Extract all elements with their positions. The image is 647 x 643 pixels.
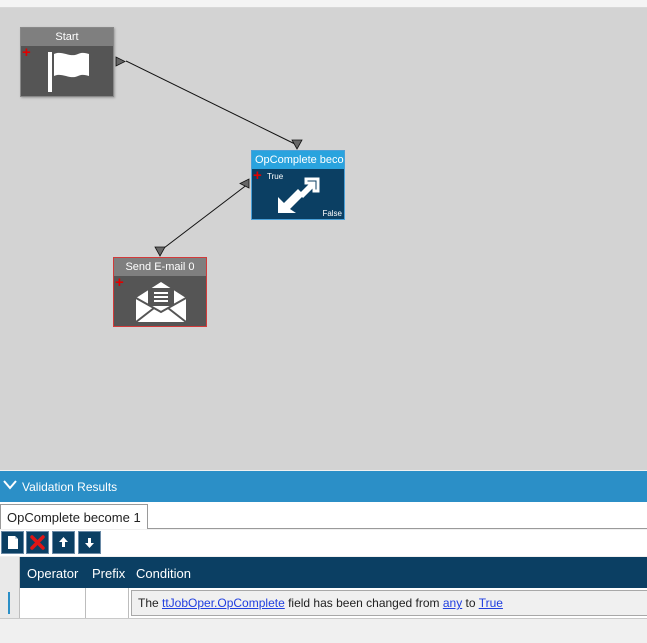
new-condition-button[interactable] bbox=[1, 531, 24, 554]
arrows-diagonal-icon bbox=[272, 173, 324, 219]
send-email-node-title: Send E-mail 0 bbox=[114, 258, 206, 276]
condition-text-1: The bbox=[138, 596, 163, 610]
decision-input-arrow[interactable] bbox=[291, 139, 303, 150]
prefix-cell[interactable] bbox=[86, 588, 129, 618]
tab-opcomplete-become-1[interactable]: OpComplete become 1 bbox=[0, 504, 148, 529]
connector-decision-to-email bbox=[159, 183, 249, 252]
arrow-up-icon bbox=[59, 537, 68, 547]
validation-results-header[interactable]: Validation Results bbox=[0, 471, 647, 502]
conditions-grid: Operator Prefix Condition The ttJobOper.… bbox=[0, 557, 647, 619]
delete-condition-button[interactable] bbox=[26, 531, 49, 554]
new-document-icon bbox=[8, 536, 18, 549]
move-down-button[interactable] bbox=[78, 531, 101, 554]
condition-cell[interactable]: The ttJobOper.OpComplete field has been … bbox=[131, 590, 647, 616]
field-link[interactable]: ttJobOper.OpComplete bbox=[162, 596, 285, 610]
move-up-button[interactable] bbox=[52, 531, 75, 554]
top-strip bbox=[0, 0, 647, 8]
column-header-prefix[interactable]: Prefix bbox=[92, 566, 125, 581]
add-icon[interactable]: + bbox=[22, 45, 31, 60]
row-header[interactable] bbox=[0, 588, 20, 618]
column-header-condition[interactable]: Condition bbox=[136, 566, 191, 581]
delete-x-icon bbox=[30, 535, 45, 550]
workflow-canvas[interactable]: Start + OpComplete becor + True False Se… bbox=[0, 8, 647, 470]
tab-strip: OpComplete become 1 bbox=[0, 502, 647, 529]
column-header-operator[interactable]: Operator bbox=[27, 566, 78, 581]
row-selection-marker bbox=[8, 592, 10, 614]
send-email-node[interactable]: Send E-mail 0 + bbox=[113, 257, 207, 327]
validation-toolbar bbox=[0, 530, 647, 556]
start-output-arrow[interactable] bbox=[115, 56, 126, 67]
chevron-down-icon[interactable] bbox=[2, 478, 18, 495]
arrow-down-icon bbox=[85, 538, 94, 548]
start-node-title: Start bbox=[21, 28, 113, 46]
decision-node-title: OpComplete becor bbox=[252, 151, 344, 169]
email-input-arrow[interactable] bbox=[154, 246, 166, 257]
from-value-link[interactable]: any bbox=[443, 596, 462, 610]
decision-node[interactable]: OpComplete becor + True False bbox=[251, 150, 345, 220]
grid-corner bbox=[0, 557, 20, 588]
start-node[interactable]: Start + bbox=[20, 27, 114, 97]
add-icon[interactable]: + bbox=[253, 168, 262, 183]
validation-results-title: Validation Results bbox=[22, 480, 118, 494]
grid-header: Operator Prefix Condition bbox=[0, 557, 647, 588]
false-branch-label: False bbox=[322, 209, 342, 218]
flag-icon bbox=[44, 50, 94, 96]
table-row[interactable]: The ttJobOper.OpComplete field has been … bbox=[0, 588, 647, 619]
condition-text-2: field has been changed from bbox=[284, 596, 443, 610]
condition-text-3: to bbox=[462, 596, 479, 610]
add-icon[interactable]: + bbox=[115, 275, 124, 290]
connector-start-to-decision bbox=[125, 60, 298, 146]
panel-footer bbox=[0, 620, 647, 643]
envelope-icon bbox=[134, 280, 188, 326]
decision-output-arrow[interactable] bbox=[239, 178, 250, 189]
operator-cell[interactable] bbox=[20, 588, 86, 618]
to-value-link[interactable]: True bbox=[479, 596, 503, 610]
